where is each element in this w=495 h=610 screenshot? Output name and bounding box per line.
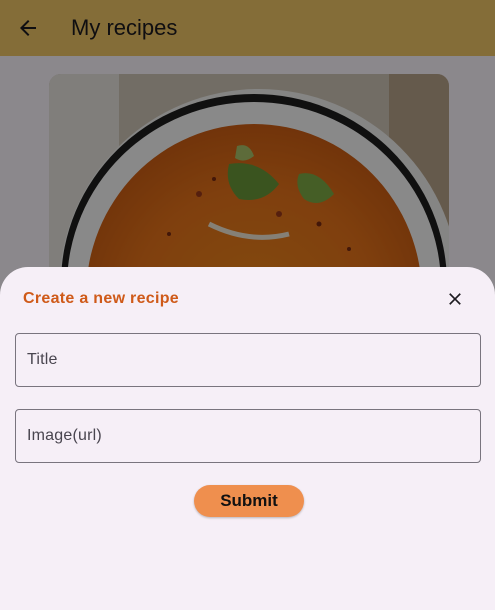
title-input[interactable] [15,333,481,387]
image-url-input[interactable] [15,409,481,463]
close-icon [449,293,461,305]
sheet-title: Create a new recipe [23,290,179,307]
submit-button[interactable]: Submit [194,485,304,517]
create-recipe-sheet: Create a new recipe Submit [0,267,495,610]
close-button[interactable] [438,282,472,316]
